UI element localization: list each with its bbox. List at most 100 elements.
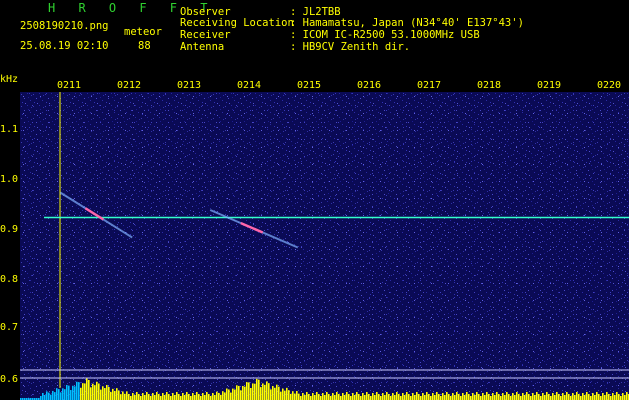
- activity-bar: [568, 394, 570, 400]
- activity-bar: [588, 394, 590, 400]
- activity-bar: [188, 394, 190, 400]
- activity-bar: [294, 393, 296, 400]
- activity-bar: [100, 389, 102, 400]
- field-label-receiver: Receiver: [180, 29, 231, 41]
- activity-bar: [80, 387, 82, 400]
- activity-bar: [244, 386, 246, 400]
- activity-bar: [148, 394, 150, 400]
- activity-bar: [194, 395, 196, 400]
- activity-bar: [140, 396, 142, 400]
- time-tick-label: 0213: [177, 80, 202, 91]
- activity-bar: [360, 396, 362, 400]
- time-tick-label: 0214: [237, 80, 262, 91]
- activity-bar: [166, 392, 168, 400]
- activity-bar: [94, 385, 96, 400]
- time-tick-label: 0217: [417, 80, 442, 91]
- activity-bar: [556, 392, 558, 400]
- activity-bar: [198, 394, 200, 400]
- activity-bar: [492, 393, 494, 400]
- activity-bar: [538, 394, 540, 400]
- event-count: 88: [138, 40, 151, 52]
- activity-bar: [386, 392, 388, 400]
- activity-bar: [222, 391, 224, 400]
- activity-bar: [372, 393, 374, 400]
- activity-bar: [278, 386, 280, 400]
- field-value-location: : Hamamatsu, Japan (N34°40' E137°43'): [290, 17, 524, 29]
- activity-bar: [40, 396, 42, 400]
- activity-bar: [58, 389, 60, 400]
- activity-bar: [66, 384, 68, 400]
- activity-bar: [114, 390, 116, 400]
- activity-bar: [388, 394, 390, 400]
- activity-bar: [350, 396, 352, 400]
- activity-bar: [540, 396, 542, 400]
- activity-bar: [522, 393, 524, 400]
- activity-bar: [572, 393, 574, 400]
- activity-bar: [520, 396, 522, 400]
- activity-bar: [72, 385, 74, 400]
- activity-bar: [384, 395, 386, 400]
- activity-bar: [546, 392, 548, 400]
- activity-bar: [54, 392, 56, 400]
- field-value-receiver: : ICOM IC-R2500 53.1000MHz USB: [290, 29, 480, 41]
- activity-bar: [604, 395, 606, 400]
- activity-bar: [180, 396, 182, 400]
- activity-bar: [186, 392, 188, 400]
- activity-bar: [250, 388, 252, 400]
- activity-bar: [396, 392, 398, 400]
- activity-bar: [176, 392, 178, 400]
- activity-bar: [50, 394, 52, 400]
- activity-bar: [124, 393, 126, 400]
- activity-bar: [156, 392, 158, 400]
- activity-bar: [206, 392, 208, 400]
- activity-bar: [336, 392, 338, 400]
- activity-bar: [362, 393, 364, 400]
- time-tick-label: 0212: [117, 80, 142, 91]
- activity-bar: [434, 395, 436, 400]
- activity-bar: [306, 392, 308, 400]
- activity-bar: [290, 393, 292, 400]
- activity-bar: [120, 394, 122, 400]
- time-tick-label: 0219: [537, 80, 562, 91]
- activity-bar: [102, 386, 104, 400]
- activity-bar: [368, 394, 370, 400]
- activity-bar: [134, 395, 136, 400]
- activity-bar: [212, 393, 214, 400]
- activity-bar: [398, 394, 400, 400]
- activity-bar: [190, 396, 192, 400]
- activity-bar: [60, 392, 62, 400]
- activity-bar: [184, 395, 186, 400]
- activity-bar: [338, 394, 340, 400]
- activity-bar: [242, 386, 244, 400]
- header-panel: H R O F F T 2508190210.png meteor 25.08.…: [0, 0, 629, 72]
- activity-bar: [260, 387, 262, 400]
- activity-bar: [200, 396, 202, 400]
- activity-bar: [542, 393, 544, 400]
- activity-bar: [480, 396, 482, 400]
- activity-bar: [96, 381, 98, 400]
- activity-bar: [328, 394, 330, 400]
- activity-bar: [178, 394, 180, 400]
- activity-bar: [356, 392, 358, 400]
- activity-bar: [210, 396, 212, 400]
- activity-bar: [70, 390, 72, 400]
- activity-bar: [532, 393, 534, 400]
- activity-bar: [606, 392, 608, 400]
- activity-bar: [558, 394, 560, 400]
- activity-bar: [192, 393, 194, 400]
- activity-bar: [144, 395, 146, 400]
- activity-bar: [160, 396, 162, 400]
- activity-bar: [108, 386, 110, 400]
- activity-bar: [150, 396, 152, 400]
- activity-bar: [616, 392, 618, 400]
- time-tick-label: 0220: [597, 80, 622, 91]
- activity-bar: [52, 390, 54, 400]
- activity-bar: [262, 383, 264, 400]
- activity-bar: [142, 393, 144, 400]
- activity-bar: [202, 393, 204, 400]
- activity-bar: [592, 393, 594, 400]
- activity-bar: [576, 392, 578, 400]
- activity-bar: [106, 384, 108, 400]
- activity-bar: [310, 396, 312, 400]
- freq-tick-label: 1.1: [0, 124, 19, 135]
